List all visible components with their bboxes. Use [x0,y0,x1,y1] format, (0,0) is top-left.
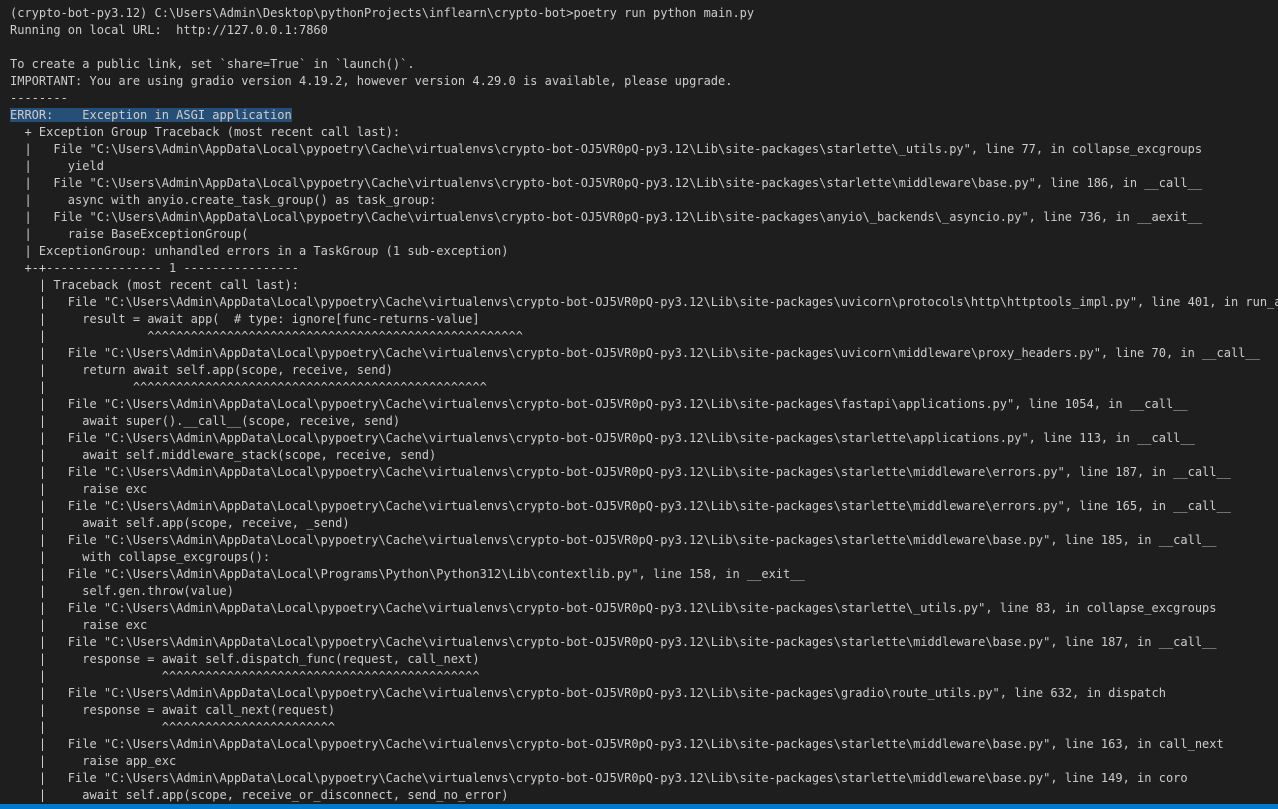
terminal-line: + Exception Group Traceback (most recent… [10,125,401,139]
terminal-line-error-header: ERROR: Exception in ASGI application [10,107,1278,124]
terminal-line: | File "C:\Users\Admin\AppData\Local\pyp… [10,635,1217,649]
terminal-line: | response = await self.dispatch_func(re… [10,652,480,666]
terminal-line-command: (crypto-bot-py3.12) C:\Users\Admin\Deskt… [10,6,755,20]
terminal-line-local-url: Running on local URL: http://127.0.0.1:7… [10,23,328,37]
terminal-line: | ^^^^^^^^^^^^^^^^^^^^^^^^ [10,720,336,734]
terminal-line: | File "C:\Users\Admin\AppData\Local\Pro… [10,567,805,581]
terminal-line: | response = await call_next(request) [10,703,336,717]
terminal-line: | File "C:\Users\Admin\AppData\Local\pyp… [10,295,1278,309]
terminal-line: | self.gen.throw(value) [10,584,234,598]
terminal-line: | raise exc [10,482,148,496]
terminal-line: | await self.middleware_stack(scope, rec… [10,448,437,462]
terminal-line: +-+---------------- 1 ---------------- [10,261,299,275]
terminal-line: | with collapse_excgroups(): [10,550,271,564]
terminal-panel[interactable]: (crypto-bot-py3.12) C:\Users\Admin\Deskt… [0,0,1278,804]
terminal-line: | await self.app(scope, receive, _send) [10,516,350,530]
terminal-line: | File "C:\Users\Admin\AppData\Local\pyp… [10,142,1203,156]
terminal-line: | raise exc [10,618,148,632]
terminal-output[interactable]: (crypto-bot-py3.12) C:\Users\Admin\Deskt… [10,5,1278,804]
terminal-line: | File "C:\Users\Admin\AppData\Local\pyp… [10,431,1195,445]
terminal-line: | Traceback (most recent call last): [10,278,299,292]
terminal-line: | await super().__call__(scope, receive,… [10,414,401,428]
terminal-line: | File "C:\Users\Admin\AppData\Local\pyp… [10,397,1188,411]
terminal-line: | File "C:\Users\Admin\AppData\Local\pyp… [10,771,1188,785]
selected-text[interactable]: ERROR: Exception in ASGI application [10,108,292,122]
terminal-line: | File "C:\Users\Admin\AppData\Local\pyp… [10,737,1224,751]
terminal-line: | ^^^^^^^^^^^^^^^^^^^^^^^^^^^^^^^^^^^^^^… [10,329,523,343]
terminal-line-share-hint: To create a public link, set `share=True… [10,57,415,71]
terminal-line: | File "C:\Users\Admin\AppData\Local\pyp… [10,499,1231,513]
terminal-line: | result = await app( # type: ignore[fun… [10,312,480,326]
terminal-line-upgrade-warning: IMPORTANT: You are using gradio version … [10,74,733,88]
terminal-line: | ExceptionGroup: unhandled errors in a … [10,244,509,258]
terminal-line: | yield [10,159,104,173]
terminal-line: | raise BaseExceptionGroup( [10,227,249,241]
terminal-line: | File "C:\Users\Admin\AppData\Local\pyp… [10,465,1231,479]
terminal-line: | File "C:\Users\Admin\AppData\Local\pyp… [10,176,1203,190]
terminal-line: | raise app_exc [10,754,177,768]
terminal-line: | await self.app(scope, receive_or_disco… [10,788,509,802]
status-bar [0,804,1278,809]
terminal-line: | File "C:\Users\Admin\AppData\Local\pyp… [10,601,1217,615]
terminal-line-separator: -------- [10,91,68,105]
terminal-line: | File "C:\Users\Admin\AppData\Local\pyp… [10,210,1203,224]
terminal-line: | File "C:\Users\Admin\AppData\Local\pyp… [10,346,1260,360]
terminal-line: | File "C:\Users\Admin\AppData\Local\pyp… [10,686,1166,700]
terminal-line: | File "C:\Users\Admin\AppData\Local\pyp… [10,533,1217,547]
terminal-line: | ^^^^^^^^^^^^^^^^^^^^^^^^^^^^^^^^^^^^^^… [10,380,487,394]
terminal-line: | ^^^^^^^^^^^^^^^^^^^^^^^^^^^^^^^^^^^^^^… [10,669,480,683]
terminal-line: | async with anyio.create_task_group() a… [10,193,437,207]
terminal-line: | return await self.app(scope, receive, … [10,363,393,377]
